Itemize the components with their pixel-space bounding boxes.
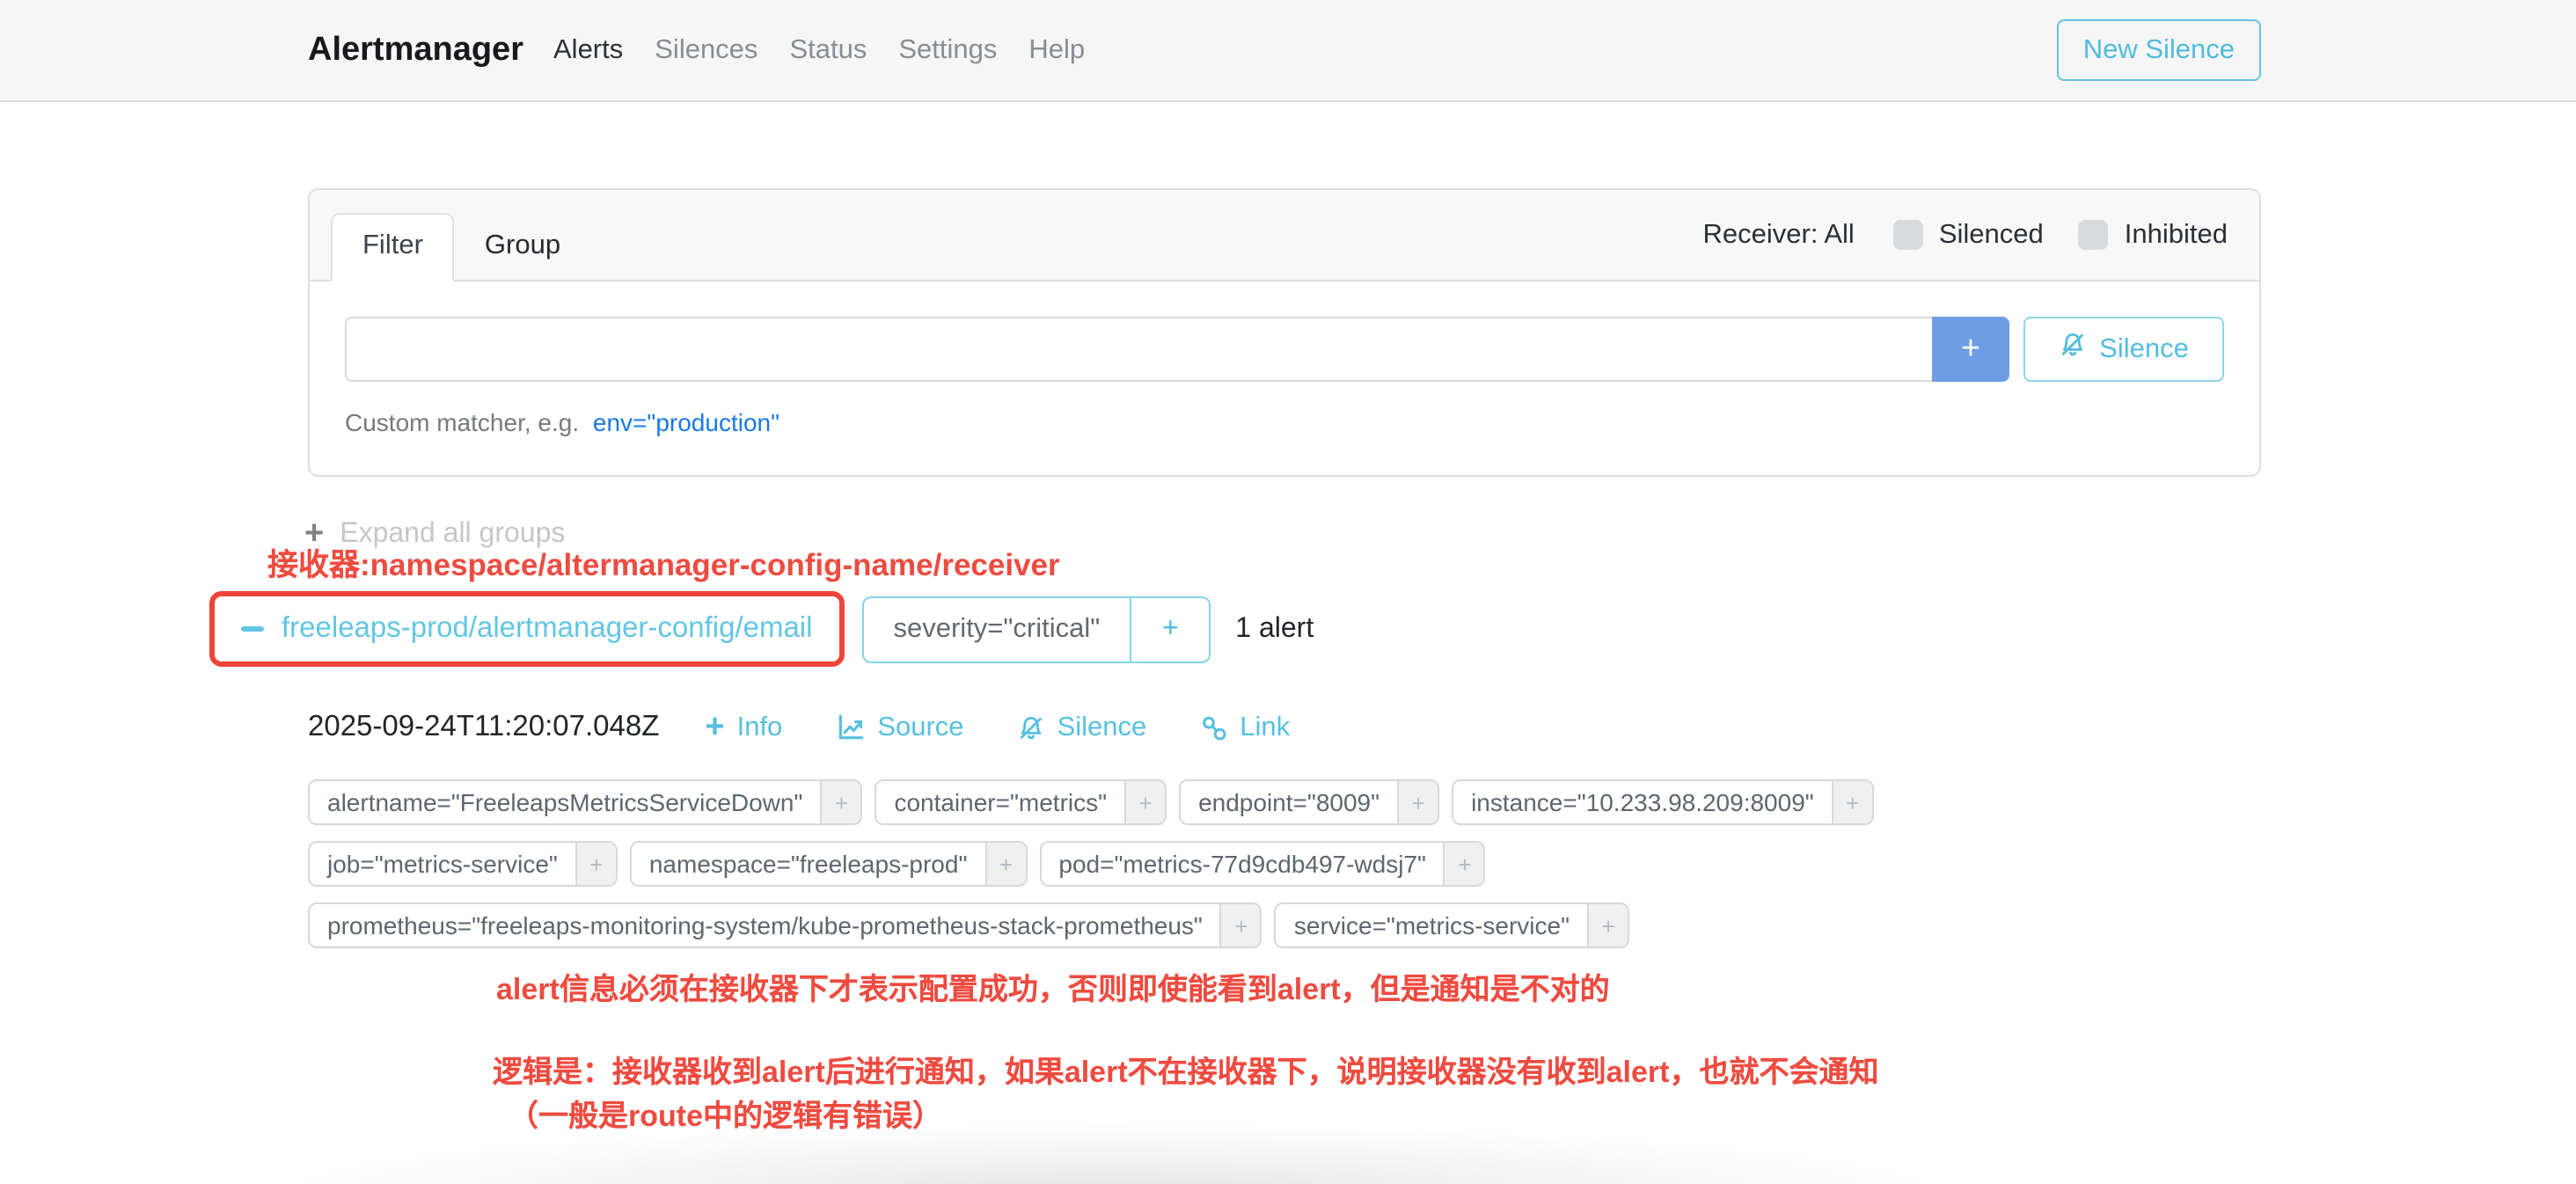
bell-slash-icon: [1017, 713, 1045, 742]
alert-meta-row: 2025-09-24T11:20:07.048Z + Info Source: [308, 711, 1343, 744]
source-action-label: Source: [877, 712, 963, 743]
receiver-filter-label[interactable]: Receiver: All: [1703, 219, 1855, 251]
link-action[interactable]: Link: [1199, 712, 1290, 743]
app-brand: Alertmanager: [308, 31, 523, 69]
silence-action[interactable]: Silence: [1017, 712, 1147, 743]
source-action[interactable]: Source: [835, 712, 963, 743]
annotation-alert-note: alert信息必须在接收器下才表示配置成功，否则即使能看到alert，但是通知是…: [496, 964, 1610, 1008]
collapse-minus-icon: [241, 626, 264, 632]
label-tag-namespace: namespace="freeleaps-prod" +: [630, 841, 1028, 887]
label-text: endpoint="8009": [1181, 781, 1397, 823]
link-chain-icon: [1199, 713, 1227, 742]
bell-slash-icon: [2059, 331, 2087, 368]
add-label-filter-button[interactable]: +: [1832, 781, 1872, 823]
label-text: alertname="FreeleapsMetricsServiceDown": [310, 781, 820, 823]
label-tag-endpoint: endpoint="8009" +: [1179, 779, 1439, 825]
matcher-example-link[interactable]: env="production": [593, 408, 779, 436]
label-text: namespace="freeleaps-prod": [632, 843, 985, 885]
receiver-group-label: freeleaps-prod/alertmanager-config/email: [282, 612, 813, 646]
chart-line-icon: [835, 713, 865, 742]
add-label-filter-button[interactable]: +: [820, 781, 860, 823]
nav-item-status[interactable]: Status: [773, 34, 882, 66]
filter-card-header: Filter Group Receiver: All Silenced Inhi…: [310, 190, 2259, 281]
alert-count: 1 alert: [1235, 613, 1314, 645]
inhibited-checkbox[interactable]: [2079, 220, 2109, 250]
annotation-route-note: （一般是route中的逻辑有错误）: [509, 1091, 942, 1135]
annotation-receiver-note: 接收器:namespace/altermanager-config-name/r…: [267, 542, 1060, 586]
label-tag-pod: pod="metrics-77d9cdb497-wdsj7" +: [1039, 841, 1486, 887]
annotation-logic-note: 逻辑是：接收器收到alert后进行通知，如果alert不在接收器下，说明接收器没…: [493, 1047, 1878, 1091]
label-tag-prometheus: prometheus="freeleaps-monitoring-system/…: [308, 903, 1262, 948]
nav-item-help[interactable]: Help: [1013, 34, 1101, 66]
labels-row-3: prometheus="freeleaps-monitoring-system/…: [308, 903, 1886, 948]
label-text: prometheus="freeleaps-monitoring-system/…: [310, 904, 1220, 946]
add-label-filter-button[interactable]: +: [1220, 904, 1261, 946]
label-tag-container: container="metrics" +: [875, 779, 1167, 825]
matcher-input-group: + Silence: [345, 317, 2224, 382]
filter-card-body: + Silence Custom matcher, e.g. env="prod…: [310, 281, 2259, 471]
labels-row-1: alertname="FreeleapsMetricsServiceDown" …: [308, 779, 1886, 825]
label-tag-service: service="metrics-service" +: [1275, 903, 1629, 948]
add-label-filter-button[interactable]: +: [984, 843, 1025, 885]
bottom-shadow: [141, 1085, 2076, 1184]
label-text: instance="10.233.98.209:8009": [1453, 781, 1832, 823]
annotation-highlight-box: freeleaps-prod/alertmanager-config/email: [209, 591, 845, 667]
info-action-label: Info: [737, 712, 783, 743]
alert-labels: alertname="FreeleapsMetricsServiceDown" …: [308, 779, 1886, 964]
group-matcher-label: severity="critical": [864, 597, 1131, 661]
link-action-label: Link: [1240, 712, 1290, 743]
filter-header-controls: Receiver: All Silenced Inhibited: [1703, 219, 2238, 251]
tab-filter[interactable]: Filter: [331, 213, 455, 281]
filter-card: Filter Group Receiver: All Silenced Inhi…: [308, 188, 2261, 477]
nav-item-alerts[interactable]: Alerts: [538, 34, 639, 66]
nav-item-settings[interactable]: Settings: [882, 34, 1013, 66]
silence-button-label: Silence: [2099, 333, 2189, 365]
add-label-filter-button[interactable]: +: [1587, 904, 1628, 946]
matcher-help: Custom matcher, e.g. env="production": [345, 408, 2224, 436]
alertmanager-page: Alertmanager Alerts Silences Status Sett…: [0, 0, 2576, 1184]
plus-icon: +: [705, 713, 724, 742]
silence-action-label: Silence: [1057, 712, 1147, 743]
silenced-checkbox[interactable]: [1893, 220, 1923, 250]
silenced-label: Silenced: [1939, 219, 2044, 251]
nav-links: Alerts Silences Status Settings Help: [538, 34, 1101, 66]
labels-row-2: job="metrics-service" + namespace="freel…: [308, 841, 1886, 887]
label-text: job="metrics-service": [310, 843, 575, 885]
label-tag-alertname: alertname="FreeleapsMetricsServiceDown" …: [308, 779, 862, 825]
alert-group-row: freeleaps-prod/alertmanager-config/email…: [209, 591, 1314, 667]
info-action[interactable]: + Info: [705, 712, 782, 743]
add-label-filter-button[interactable]: +: [1444, 843, 1484, 885]
label-text: service="metrics-service": [1277, 904, 1587, 946]
receiver-group-toggle[interactable]: freeleaps-prod/alertmanager-config/email: [215, 596, 839, 661]
matcher-help-text: Custom matcher, e.g.: [345, 408, 579, 436]
add-label-filter-button[interactable]: +: [575, 843, 616, 885]
add-matcher-button[interactable]: +: [1932, 317, 2009, 382]
matcher-input[interactable]: [345, 317, 1932, 382]
group-matcher-chip: severity="critical" +: [862, 596, 1211, 662]
add-label-filter-button[interactable]: +: [1397, 781, 1438, 823]
label-text: pod="metrics-77d9cdb497-wdsj7": [1041, 843, 1444, 885]
alert-timestamp: 2025-09-24T11:20:07.048Z: [308, 711, 659, 744]
inhibited-label: Inhibited: [2125, 219, 2228, 251]
nav-item-silences[interactable]: Silences: [639, 34, 773, 66]
silence-from-filter-button[interactable]: Silence: [2023, 317, 2224, 382]
label-tag-instance: instance="10.233.98.209:8009" +: [1452, 779, 1874, 825]
new-silence-button[interactable]: New Silence: [2057, 19, 2261, 81]
add-label-filter-button[interactable]: +: [1124, 781, 1165, 823]
label-tag-job: job="metrics-service" +: [308, 841, 618, 887]
label-text: container="metrics": [876, 781, 1124, 823]
group-matcher-add-button[interactable]: +: [1130, 597, 1209, 661]
tab-group[interactable]: Group: [455, 215, 590, 280]
navbar: Alertmanager Alerts Silences Status Sett…: [0, 0, 2576, 102]
